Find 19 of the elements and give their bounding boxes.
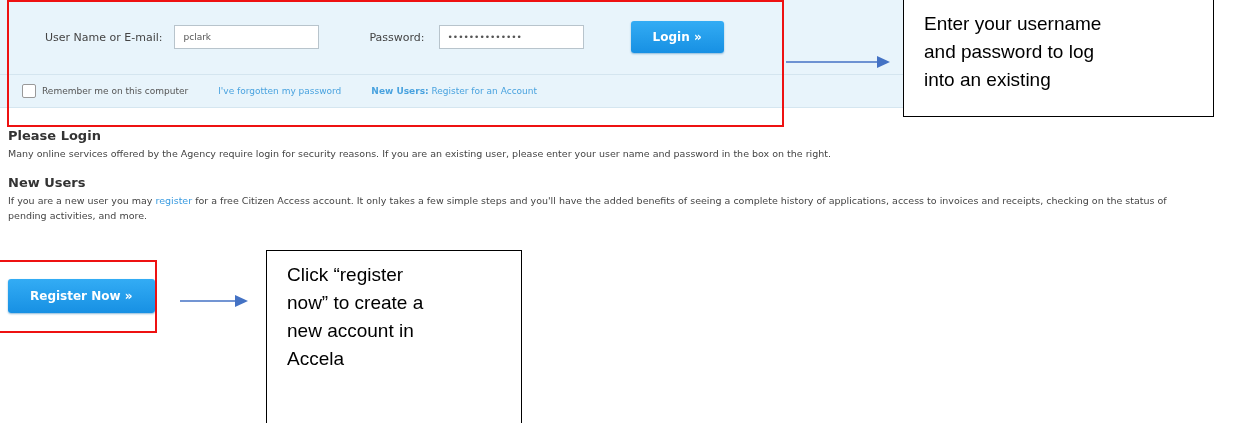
section-heading: Please Login <box>8 128 102 143</box>
callout-note: Click “register now” to create a new account in Accela <box>266 250 522 423</box>
arrow-icon <box>180 295 248 307</box>
section-heading: New Users <box>8 175 87 190</box>
arrow-icon <box>786 56 890 68</box>
remember-checkbox[interactable] <box>22 84 36 98</box>
section-paragraph: Many online services offered by the Agency require login for security reasons. If you are an existing user, please enter your user name and password in the box on the right. <box>8 147 832 161</box>
username-label: User Name or E-mail: <box>45 30 163 44</box>
section-paragraph: If you are a new user you may register for a free Citizen Access account. It only takes a few simple steps and you'll have the added benefits of seeing a complete history of applications, access to invoices and receipts, checking on the status of pending activities, and more. <box>8 194 1168 223</box>
password-field[interactable]: •••••••••••••• <box>438 25 584 49</box>
register-link[interactable]: New Users: Register for an Account <box>371 86 538 96</box>
forgot-password-link[interactable]: I've forgotten my password <box>218 86 342 96</box>
login-button[interactable]: Login » <box>630 21 724 53</box>
callout-note: Enter your username and password to log into an existing <box>903 0 1214 117</box>
register-link[interactable]: register <box>155 195 193 206</box>
register-now-button[interactable]: Register Now » <box>8 279 155 313</box>
username-field[interactable]: pclark <box>174 25 320 49</box>
remember-label: Remember me on this computer <box>42 86 189 96</box>
password-label: Password: <box>369 30 425 44</box>
